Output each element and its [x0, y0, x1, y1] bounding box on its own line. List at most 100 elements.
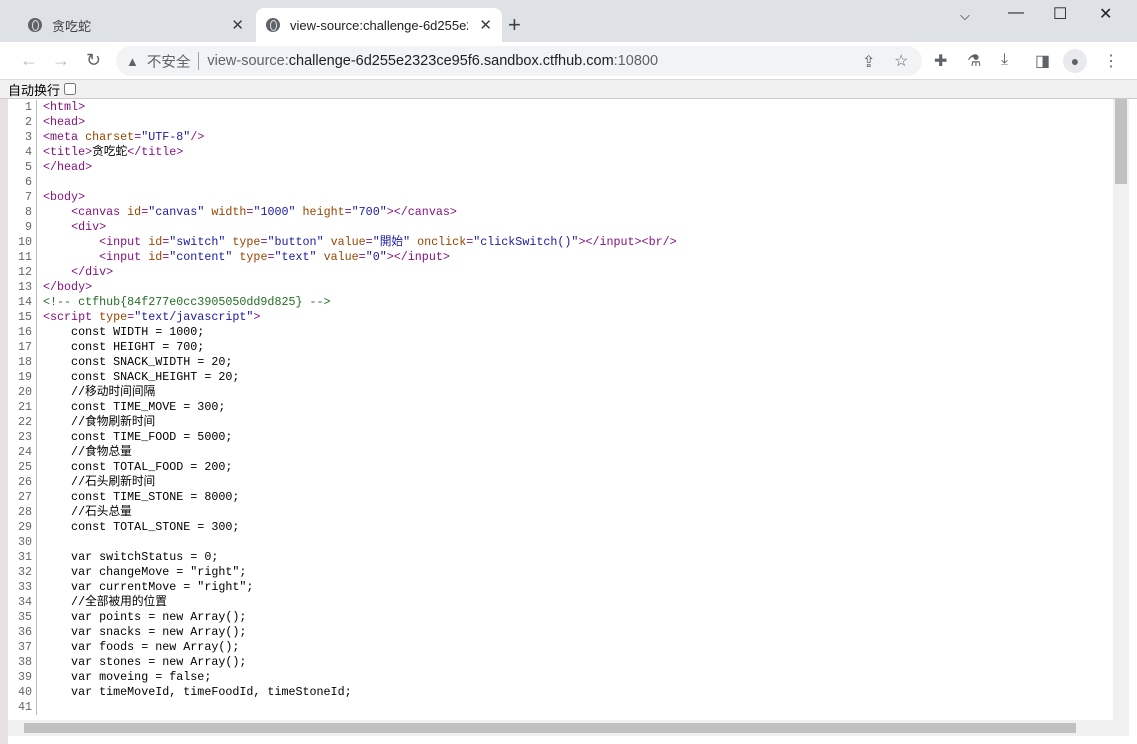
globe-icon	[28, 18, 42, 32]
code-line: 37 var foods = new Array();	[8, 640, 1113, 655]
code-token: <div>	[71, 220, 107, 234]
bookmark-star-icon[interactable]: ☆	[894, 51, 908, 71]
line-content: //食物总量	[43, 445, 132, 460]
code-line: 29 const TOTAL_STONE = 300;	[8, 520, 1113, 535]
line-number: 10	[8, 235, 37, 250]
line-number: 37	[8, 640, 37, 655]
maximize-button[interactable]: ☐	[1053, 4, 1067, 24]
line-content: <input id="content" type="text" value="0…	[43, 250, 450, 265]
line-wrap-label[interactable]: 自动换行	[8, 80, 60, 99]
line-content: //移动时间间隔	[43, 385, 155, 400]
close-tab-icon[interactable]: ✕	[231, 16, 244, 34]
tab-search-icon[interactable]: ⌵	[960, 8, 970, 24]
line-number: 19	[8, 370, 37, 385]
code-token: "canvas"	[148, 205, 205, 219]
code-line: 27 const TIME_STONE = 8000;	[8, 490, 1113, 505]
code-token: //石头刷新时间	[43, 475, 156, 489]
minimize-button[interactable]: —	[1008, 4, 1024, 22]
horizontal-scroll-thumb[interactable]	[24, 723, 1076, 733]
line-content: var points = new Array();	[43, 610, 246, 625]
vertical-scrollbar[interactable]	[1113, 99, 1129, 720]
line-number: 6	[8, 175, 37, 190]
code-line: 23 const TIME_FOOD = 5000;	[8, 430, 1113, 445]
profile-avatar[interactable]: ●	[1063, 49, 1087, 73]
line-number: 22	[8, 415, 37, 430]
security-label[interactable]: 不安全	[147, 51, 191, 72]
back-button[interactable]: ←	[20, 50, 38, 71]
line-content: //全部被用的位置	[43, 595, 167, 610]
url-port: :10800	[613, 53, 659, 69]
tab-snake[interactable]: 贪吃蛇 ✕	[18, 8, 254, 42]
browser-toolbar: ← → ↻ ▲ 不安全 view-source: challenge-6d255e…	[0, 42, 1137, 80]
code-line: 34 //全部被用的位置	[8, 595, 1113, 610]
forward-button[interactable]: →	[52, 50, 70, 71]
extensions-icon[interactable]: ✚	[934, 51, 947, 71]
horizontal-scrollbar[interactable]	[8, 720, 1129, 736]
code-token: "text"	[274, 250, 317, 264]
new-tab-button[interactable]: +	[508, 12, 521, 38]
line-content: var stones = new Array();	[43, 655, 246, 670]
line-number: 25	[8, 460, 37, 475]
line-content: const TOTAL_STONE = 300;	[43, 520, 239, 535]
code-line: 15 <script type="text/javascript">	[8, 310, 1113, 325]
warning-icon[interactable]: ▲	[126, 54, 139, 69]
code-token: var switchStatus = 0;	[43, 550, 219, 564]
line-number: 24	[8, 445, 37, 460]
side-panel-icon[interactable]: ◨	[1035, 51, 1050, 71]
line-number: 39	[8, 670, 37, 685]
line-number: 23	[8, 430, 37, 445]
code-token: "clickSwitch()"	[473, 235, 579, 249]
code-token: </div>	[71, 265, 114, 279]
tab-view-source[interactable]: view-source:challenge-6d255e2323ce95f6.s…	[256, 8, 502, 42]
line-number: 28	[8, 505, 37, 520]
code-token: width	[204, 205, 247, 219]
close-window-button[interactable]: ✕	[1099, 4, 1112, 24]
code-token: "content"	[169, 250, 233, 264]
share-icon[interactable]: ⇪	[862, 52, 875, 72]
code-line: 25 const TOTAL_FOOD = 200;	[8, 460, 1113, 475]
line-content: <canvas id="canvas" width="1000" height=…	[43, 205, 457, 220]
close-tab-icon[interactable]: ✕	[479, 16, 492, 34]
code-token: >	[253, 310, 261, 324]
line-number: 4	[8, 145, 37, 160]
vertical-scroll-thumb[interactable]	[1115, 99, 1127, 184]
line-number: 29	[8, 520, 37, 535]
download-icon[interactable]: ⤓	[1001, 51, 1008, 69]
line-number: 27	[8, 490, 37, 505]
line-content: const TOTAL_FOOD = 200;	[43, 460, 232, 475]
code-token: //食物刷新时间	[43, 415, 156, 429]
line-content: const HEIGHT = 700;	[43, 340, 204, 355]
tab-title: 贪吃蛇	[52, 18, 92, 34]
code-line: 8 <canvas id="canvas" width="1000" heigh…	[8, 205, 1113, 220]
line-wrap-checkbox[interactable]	[64, 83, 77, 95]
line-number: 32	[8, 565, 37, 580]
code-token: height	[295, 205, 345, 219]
code-token: "700"	[351, 205, 387, 219]
line-number: 5	[8, 160, 37, 175]
reload-button[interactable]: ↻	[86, 50, 101, 71]
code-token: type	[99, 310, 128, 324]
code-token: <meta	[43, 130, 86, 144]
code-token: "UTF-8"	[141, 130, 191, 144]
code-token: var foods = new Array();	[43, 640, 240, 654]
code-token: =	[365, 235, 373, 249]
code-line: 9 <div>	[8, 220, 1113, 235]
code-token: />	[190, 130, 205, 144]
line-number: 3	[8, 130, 37, 145]
code-token: var changeMove = "right";	[43, 565, 247, 579]
menu-kebab-icon[interactable]: ⋮	[1103, 51, 1119, 71]
code-token: <!-- ctfhub{84f277e0cc3905050dd9d825} --…	[43, 295, 331, 309]
labs-flask-icon[interactable]: ⚗	[967, 51, 981, 71]
code-token: //全部被用的位置	[43, 595, 167, 609]
line-number: 17	[8, 340, 37, 355]
code-token: const TIME_MOVE = 300;	[43, 400, 226, 414]
code-line: 41	[8, 700, 1113, 715]
code-token: </body>	[43, 280, 93, 294]
code-line: 30	[8, 535, 1113, 550]
code-token: =	[344, 205, 352, 219]
address-bar[interactable]: ▲ 不安全 view-source: challenge-6d255e2323ce…	[116, 46, 922, 76]
code-line: 24 //食物总量	[8, 445, 1113, 460]
line-content: const TIME_FOOD = 5000;	[43, 430, 232, 445]
